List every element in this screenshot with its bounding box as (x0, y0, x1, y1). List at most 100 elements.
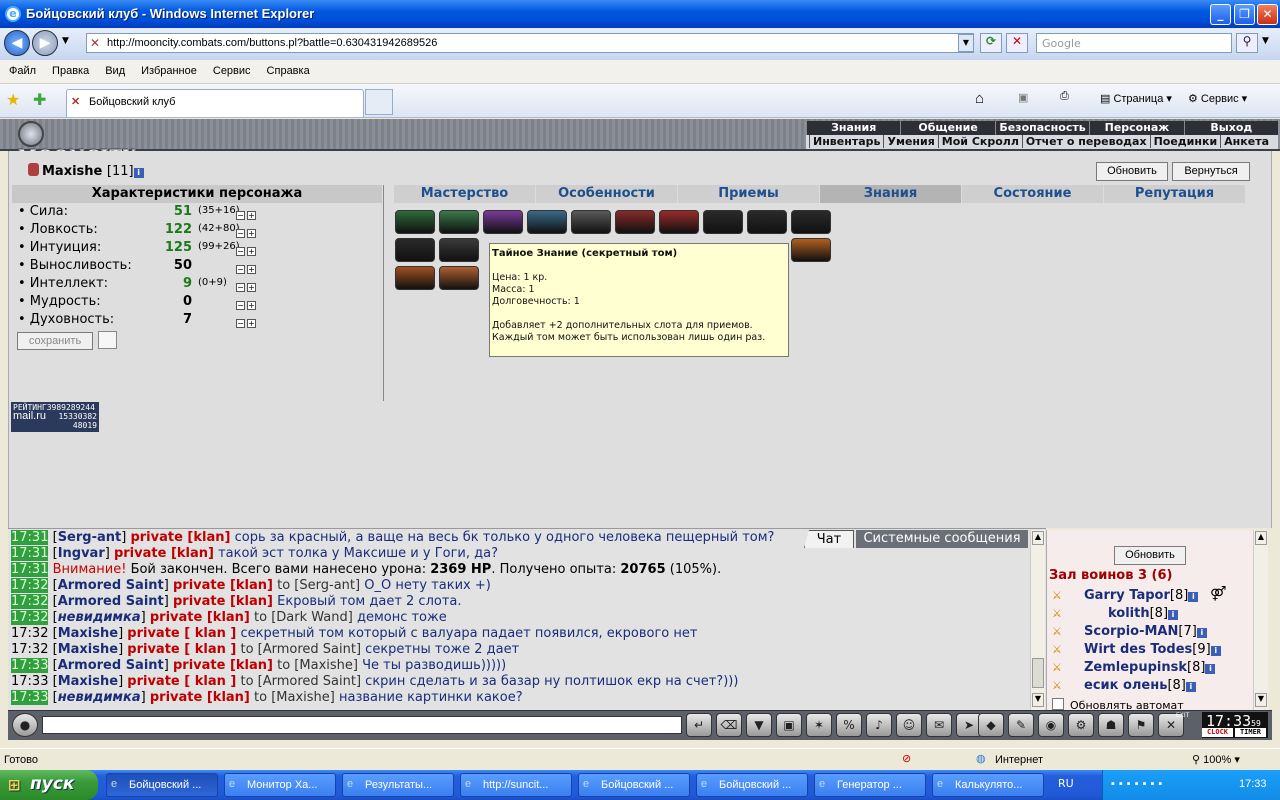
taskbar-task[interactable]: e http://suncit... (460, 773, 572, 797)
chat-time[interactable]: 17:31 (11, 562, 49, 577)
zoom-control[interactable]: ⚲ 100% ▾ (1192, 753, 1240, 766)
chat-time[interactable]: 17:32 (11, 594, 49, 609)
chat-time[interactable]: 17:33 (11, 690, 49, 705)
chat-nick[interactable]: Armored Saint (58, 658, 164, 673)
scroll-item-icon[interactable] (439, 238, 479, 262)
save-checkbox[interactable] (98, 331, 117, 349)
player-name[interactable]: Garry Tapor (1084, 588, 1170, 603)
scroll-item-icon[interactable] (791, 210, 831, 234)
chat-private[interactable]: private [klan] (150, 690, 250, 705)
print-icon[interactable]: ⎙ (1060, 90, 1069, 103)
tab-knowledge[interactable]: Знания (820, 185, 962, 203)
scroll-item-icon[interactable] (615, 210, 655, 234)
submenu-battles[interactable]: Поединки (1149, 135, 1221, 148)
minus-icon[interactable]: − (236, 319, 245, 328)
chat-nick[interactable]: Armored Saint (58, 578, 164, 593)
forward-button[interactable]: ▶ (32, 30, 58, 56)
group-icon[interactable]: ☗ (1098, 713, 1124, 737)
submenu-transfers[interactable]: Отчет о переводах (1021, 135, 1150, 148)
send-icon[interactable]: ↵ (686, 713, 712, 737)
chat-nick[interactable]: Maxishe (58, 674, 118, 689)
chat-settings-icon[interactable]: ✉ (926, 713, 952, 737)
taskbar-task[interactable]: e Бойцовский ... (696, 773, 808, 797)
scroll-item-icon[interactable] (483, 210, 523, 234)
eraser-icon[interactable]: ⌫ (716, 713, 742, 737)
minus-icon[interactable]: − (236, 265, 245, 274)
add-favorite-icon[interactable]: ✚ (33, 90, 46, 110)
tab-reputation[interactable]: Репутация (1104, 185, 1246, 203)
menu-file[interactable]: Файл (0, 60, 43, 77)
chat-mode-icon[interactable]: ● (12, 713, 38, 737)
taskbar-task[interactable]: e Бойцовский ... (106, 773, 218, 797)
chat-time[interactable]: 17:32 (11, 578, 49, 593)
chat-private[interactable]: private [ klan ] (127, 626, 236, 641)
refresh-icon[interactable]: ⟳ (980, 33, 1002, 53)
tab-features[interactable]: Особенности (536, 185, 678, 203)
back-button[interactable]: ◀ (4, 30, 30, 56)
chat-private[interactable]: private [klan] (114, 546, 214, 561)
start-button[interactable]: ⊞ пуск (0, 770, 98, 800)
player-name[interactable]: Zemlepupinsk (1084, 660, 1187, 675)
submenu-profile[interactable]: Анкета (1220, 135, 1272, 148)
tab-techniques[interactable]: Приемы (678, 185, 820, 203)
scroll-item-icon[interactable] (439, 266, 479, 290)
topmenu-communication[interactable]: Общение (900, 121, 994, 135)
player-entry[interactable]: Scorpio-MAN[7] i (1084, 624, 1207, 640)
hall-scroll-down-icon[interactable]: ▼ (1255, 693, 1267, 707)
chat-nick[interactable]: Maxishe (58, 626, 118, 641)
chat-nick[interactable]: Serg-ant (58, 530, 122, 545)
address-dropdown-icon[interactable]: ▼ (958, 34, 974, 52)
scroll-item-icon[interactable] (395, 266, 435, 290)
player-info-icon[interactable]: i (1185, 682, 1196, 692)
scroll-item-icon[interactable] (571, 210, 611, 234)
player-info-icon[interactable]: i (1188, 592, 1199, 602)
player-entry[interactable]: kolith[8] i (1108, 606, 1179, 622)
chat-time[interactable]: 17:33 (11, 658, 49, 673)
tray-clock[interactable]: 17:33 (1239, 778, 1267, 790)
sound-icon[interactable]: ♪ (866, 713, 892, 737)
player-info-icon[interactable]: i (1196, 628, 1207, 638)
page-menu[interactable]: ▤ Страница ▾ (1100, 92, 1172, 105)
taskbar-task[interactable]: e Результаты... (342, 773, 454, 797)
character-name-text[interactable]: Maxishe (42, 164, 102, 179)
rss-icon[interactable]: ▣ (1018, 91, 1028, 104)
filter-icon[interactable]: ▼ (746, 713, 772, 737)
save-stats-button[interactable]: сохранить (17, 332, 93, 350)
topmenu-exit[interactable]: Выход (1183, 121, 1278, 135)
player-info-icon[interactable]: i (1168, 610, 1179, 620)
player-entry[interactable]: Zemlepupinsk[8] i (1084, 660, 1216, 676)
refresh-button[interactable]: Обновить (1096, 162, 1168, 181)
topmenu-character[interactable]: Персонаж (1089, 121, 1183, 135)
player-name[interactable]: есик олень (1084, 678, 1167, 693)
plus-icon[interactable]: + (247, 319, 256, 328)
chat-private[interactable]: private [ klan ] (127, 674, 236, 689)
scroll-item-icon[interactable] (747, 210, 787, 234)
info-icon[interactable]: i (133, 168, 144, 178)
chat-private[interactable]: private [klan] (130, 530, 230, 545)
chat-tab-chat[interactable]: Чат (804, 530, 854, 548)
chat-tab-system[interactable]: Системные сообщения (856, 530, 1028, 548)
browser-tab[interactable]: ✕ Бойцовский клуб (66, 89, 364, 117)
scroll-down-icon[interactable]: ▼ (1032, 693, 1044, 707)
gear-icon[interactable]: ⚙ (1068, 713, 1094, 737)
menu-tools[interactable]: Сервис (204, 60, 258, 77)
chat-private[interactable]: private [klan] (173, 594, 273, 609)
maximize-button[interactable]: ❐ (1234, 4, 1255, 25)
chat-time[interactable]: 17:32 (11, 626, 48, 641)
fighter-icon[interactable]: ✶ (806, 713, 832, 737)
history-dropdown-icon[interactable]: ▼ (62, 36, 69, 46)
minus-icon[interactable]: − (236, 283, 245, 292)
tab-mastery[interactable]: Мастерство (394, 185, 536, 203)
submenu-skills[interactable]: Умения (883, 135, 938, 148)
search-input[interactable]: Google (1036, 33, 1232, 53)
language-indicator[interactable]: RU (1058, 777, 1074, 790)
flag-icon[interactable]: ⚑ (1128, 713, 1154, 737)
chat-scrollbar[interactable]: ▲ ▼ (1030, 530, 1045, 710)
taskbar-task[interactable]: e Генератор ... (814, 773, 926, 797)
chat-time[interactable]: 17:31 (11, 546, 49, 561)
menu-edit[interactable]: Правка (43, 60, 96, 77)
player-name[interactable]: Wirt des Todes (1084, 642, 1192, 657)
chat-time[interactable]: 17:33 (11, 674, 48, 689)
taskbar-task[interactable]: e Монитор Ха... (224, 773, 336, 797)
topmenu-security[interactable]: Безопасность (994, 121, 1089, 135)
